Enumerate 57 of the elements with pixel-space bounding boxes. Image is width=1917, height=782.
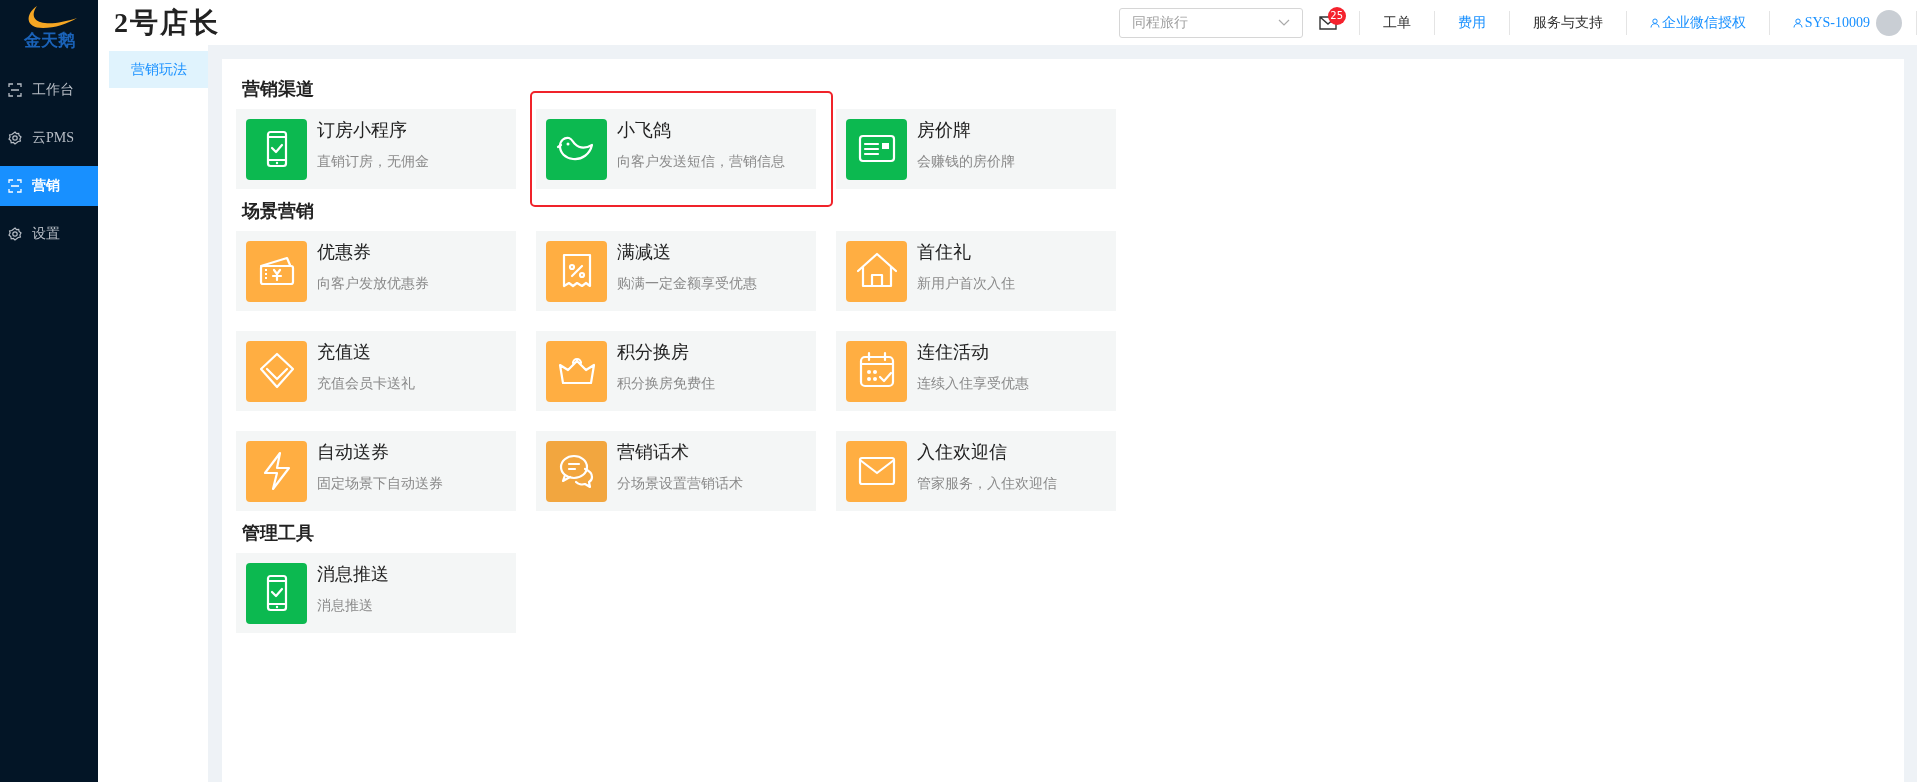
card-description: 会赚钱的房价牌: [917, 153, 1015, 171]
feature-card[interactable]: 小飞鸽 向客户发送短信，营销信息: [536, 109, 816, 189]
card-description: 管家服务，入住欢迎信: [917, 475, 1057, 493]
chevron-down-icon: [1277, 18, 1290, 27]
section-title: 管理工具: [242, 522, 315, 545]
card-description: 向客户发放优惠券: [317, 275, 429, 293]
bracket-frame-icon: [8, 179, 22, 193]
feature-card[interactable]: 充值送 充值会员卡送礼: [236, 331, 516, 411]
user-icon: [1792, 17, 1803, 28]
card-title: 订房小程序: [317, 119, 408, 141]
feature-card[interactable]: 消息推送 消息推送: [236, 553, 516, 633]
feature-card[interactable]: 首住礼 新用户首次入住: [836, 231, 1116, 311]
card-description: 消息推送: [317, 597, 374, 615]
gear-icon: [8, 131, 22, 145]
card-title: 自动送券: [317, 441, 390, 463]
card-description: 积分换房免费住: [617, 375, 715, 393]
sidebar-item[interactable]: 设置: [0, 214, 98, 254]
feature-card[interactable]: 营销话术 分场景设置营销话术: [536, 431, 816, 511]
card-title: 营销话术: [617, 441, 690, 463]
card-title: 小飞鸽: [617, 119, 672, 141]
app-title: 2号店长: [114, 5, 220, 40]
feature-card[interactable]: 连住活动 连续入住享受优惠: [836, 331, 1116, 411]
feature-card[interactable]: 积分换房 积分换房免费住: [536, 331, 816, 411]
feature-card[interactable]: 优惠券 向客户发放优惠券: [236, 231, 516, 311]
card-title: 连住活动: [917, 341, 990, 363]
card-title: 优惠券: [317, 241, 372, 263]
card-description: 直销订房，无佣金: [317, 153, 429, 171]
header-link[interactable]: 服务与支持: [1509, 13, 1626, 32]
card-description: 充值会员卡送礼: [317, 375, 415, 393]
sidebar-item[interactable]: 工作台: [0, 70, 98, 110]
feature-card[interactable]: 自动送券 固定场景下自动送券: [236, 431, 516, 511]
bracket-frame-icon: [8, 83, 22, 97]
card-description: 新用户首次入住: [917, 275, 1015, 293]
count-badge: 25: [1327, 6, 1346, 25]
card-title: 满减送: [617, 241, 672, 263]
section-title: 营销渠道: [242, 78, 315, 101]
user-icon: [1649, 17, 1660, 28]
feature-card[interactable]: 满减送 购满一定金额享受优惠: [536, 231, 816, 311]
card-description: 连续入住享受优惠: [917, 375, 1029, 393]
feature-card[interactable]: 房价牌 会赚钱的房价牌: [836, 109, 1116, 189]
card-title: 充值送: [317, 341, 372, 363]
section-title: 场景营销: [242, 200, 315, 223]
card-description: 购满一定金额享受优惠: [617, 275, 757, 293]
card-title: 消息推送: [317, 563, 389, 585]
logo-text: 金天鹅: [23, 30, 75, 50]
feature-card[interactable]: 入住欢迎信 管家服务，入住欢迎信: [836, 431, 1116, 511]
card-description: 固定场景下自动送券: [317, 475, 443, 493]
card-title: 房价牌: [917, 119, 972, 141]
header-link[interactable]: 工单: [1359, 13, 1434, 32]
card-description: 向客户发送短信，营销信息: [617, 153, 785, 171]
sidebar-item[interactable]: 云PMS: [0, 118, 98, 158]
card-title: 首住礼: [917, 241, 972, 263]
card-description: 分场景设置营销话术: [617, 475, 743, 493]
card-title: 积分换房: [617, 341, 690, 363]
card-title: 入住欢迎信: [917, 441, 1008, 463]
feature-card[interactable]: 订房小程序 直销订房，无佣金: [236, 109, 516, 189]
gear-icon: [8, 227, 22, 241]
